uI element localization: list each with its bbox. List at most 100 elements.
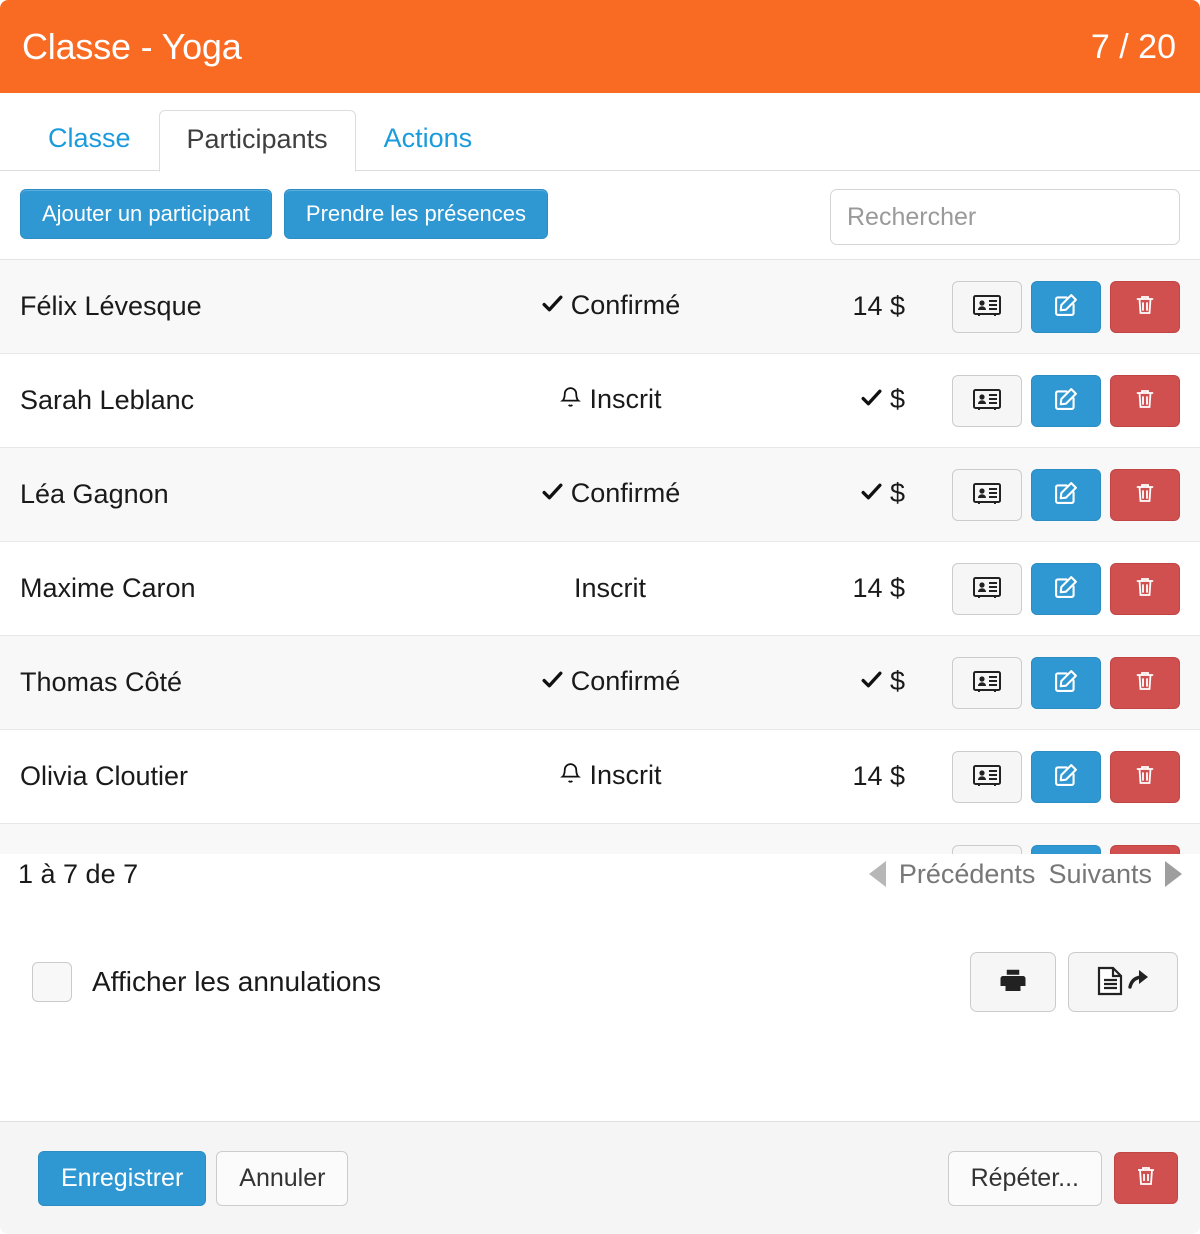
participant-name: Olivia Cloutier — [20, 761, 189, 791]
trash-icon — [1133, 481, 1157, 508]
table-row[interactable]: Félix Lévesque Confirmé 14 $ — [0, 260, 1200, 354]
check-icon — [859, 667, 884, 699]
pagination-bar: 1 à 7 de 7 Précédents Suivants — [0, 844, 1200, 904]
status-label: Confirmé — [570, 666, 681, 696]
price-label: 14 $ — [852, 761, 905, 791]
trash-icon — [1133, 575, 1157, 602]
participant-status: Inscrit — [475, 573, 745, 604]
bell-icon — [558, 385, 583, 417]
take-attendance-button[interactable]: Prendre les présences — [283, 189, 549, 239]
view-contact-card-button[interactable] — [952, 374, 1022, 427]
previous-page-link[interactable]: Précédents — [899, 859, 1036, 890]
participant-name: Sarah Leblanc — [20, 385, 195, 415]
previous-arrow-icon[interactable] — [868, 861, 886, 887]
repeat-button[interactable]: Répéter... — [947, 1150, 1102, 1206]
save-button[interactable]: Enregistrer — [38, 1150, 207, 1206]
pencil-edit-icon — [1052, 291, 1080, 322]
edit-participant-button[interactable] — [1031, 468, 1101, 521]
contact-card-icon — [972, 481, 1002, 508]
tab-classe[interactable]: Classe — [20, 109, 159, 171]
participant-status: Confirmé — [475, 666, 745, 699]
edit-participant-button[interactable] — [1031, 374, 1101, 427]
row-actions — [925, 468, 1180, 521]
edit-participant-button[interactable] — [1031, 656, 1101, 709]
price-label: $ — [889, 478, 905, 508]
status-label: Inscrit — [589, 384, 662, 414]
next-arrow-icon[interactable] — [1165, 861, 1182, 887]
print-button[interactable] — [970, 952, 1056, 1012]
participant-price: $ — [745, 384, 925, 417]
delete-participant-button[interactable] — [1110, 750, 1180, 803]
delete-participant-button[interactable] — [1110, 656, 1180, 709]
participant-status: Confirmé — [475, 478, 745, 511]
participant-name: Félix Lévesque — [20, 291, 202, 321]
row-actions — [925, 656, 1180, 709]
status-label: Inscrit — [573, 573, 646, 603]
trash-icon — [1133, 763, 1157, 790]
participant-status: Inscrit — [475, 760, 745, 793]
contact-card-icon — [972, 293, 1002, 320]
tab-participants[interactable]: Participants — [158, 109, 356, 172]
table-row[interactable]: Maxime Caron Inscrit 14 $ — [0, 542, 1200, 636]
pagination-info: 1 à 7 de 7 — [18, 858, 139, 889]
trash-icon — [1133, 387, 1157, 414]
footer-secondary-actions: Répéter... — [947, 1150, 1178, 1206]
row-actions — [925, 374, 1180, 427]
edit-participant-button[interactable] — [1031, 562, 1101, 615]
participant-price: 14 $ — [745, 291, 925, 322]
next-page-link[interactable]: Suivants — [1048, 859, 1152, 890]
tab-bar: Classe Participants Actions — [0, 93, 1200, 172]
pencil-edit-icon — [1052, 667, 1080, 698]
price-label: $ — [889, 384, 905, 414]
delete-participant-button[interactable] — [1110, 374, 1180, 427]
view-contact-card-button[interactable] — [952, 280, 1022, 333]
table-row[interactable]: Thomas Côté Confirmé $ — [0, 636, 1200, 730]
participants-table: Félix Lévesque Confirmé 14 $ Sarah Leblanc I… — [0, 259, 1200, 854]
checkbox-box[interactable] — [32, 962, 72, 1002]
delete-participant-button[interactable] — [1110, 280, 1180, 333]
participant-name: Thomas Côté — [20, 667, 183, 697]
pencil-edit-icon — [1052, 573, 1080, 604]
view-contact-card-button[interactable] — [952, 750, 1022, 803]
pencil-edit-icon — [1052, 479, 1080, 510]
pagination-controls: Précédents Suivants — [868, 859, 1182, 890]
class-participants-dialog: Classe - Yoga 7 / 20 Classe Participants… — [0, 0, 1200, 1234]
trash-icon — [1133, 293, 1157, 320]
participant-name: Léa Gagnon — [20, 479, 169, 509]
participant-count-badge: 7 / 20 — [1090, 27, 1176, 66]
cancel-button[interactable]: Annuler — [216, 1150, 349, 1206]
participant-status: Confirmé — [475, 290, 745, 323]
participant-price: 14 $ — [745, 573, 925, 604]
row-actions — [925, 750, 1180, 803]
price-label: 14 $ — [852, 291, 905, 321]
add-participant-button[interactable]: Ajouter un participant — [20, 189, 272, 239]
printer-icon — [998, 966, 1028, 999]
price-label: $ — [889, 666, 905, 696]
view-contact-card-button[interactable] — [952, 562, 1022, 615]
edit-participant-button[interactable] — [1031, 750, 1101, 803]
edit-participant-button[interactable] — [1031, 280, 1101, 333]
view-contact-card-button[interactable] — [952, 656, 1022, 709]
dialog-header: Classe - Yoga 7 / 20 — [0, 0, 1200, 93]
search-input[interactable] — [830, 189, 1180, 245]
table-row[interactable]: Léa Gagnon Confirmé $ — [0, 448, 1200, 542]
delete-class-button[interactable] — [1114, 1152, 1178, 1204]
page-title: Classe - Yoga — [22, 25, 242, 67]
delete-participant-button[interactable] — [1110, 562, 1180, 615]
contact-card-icon — [972, 387, 1002, 414]
export-document-button[interactable] — [1068, 952, 1178, 1012]
row-actions — [925, 562, 1180, 615]
check-icon — [859, 385, 884, 417]
view-contact-card-button[interactable] — [952, 468, 1022, 521]
contact-card-icon — [972, 763, 1002, 790]
check-icon — [540, 667, 565, 699]
status-label: Confirmé — [570, 290, 681, 320]
check-icon — [540, 479, 565, 511]
footer-primary-actions: Enregistrer Annuler — [38, 1150, 349, 1206]
table-row[interactable]: Olivia Cloutier Inscrit 14 $ — [0, 730, 1200, 824]
participant-price: $ — [745, 666, 925, 699]
show-cancellations-checkbox[interactable]: Afficher les annulations — [32, 962, 381, 1002]
delete-participant-button[interactable] — [1110, 468, 1180, 521]
tab-actions[interactable]: Actions — [356, 109, 501, 171]
table-row[interactable]: Sarah Leblanc Inscrit $ — [0, 354, 1200, 448]
